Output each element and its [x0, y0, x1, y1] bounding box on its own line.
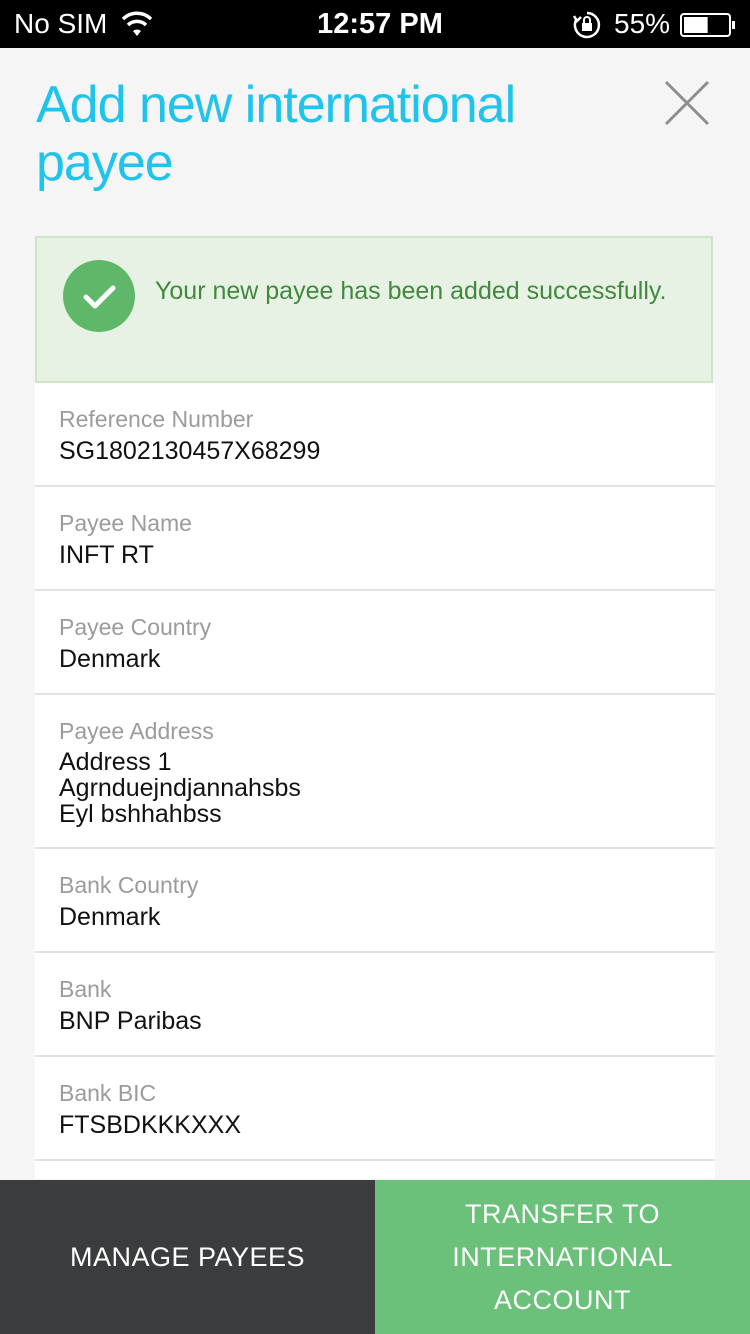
- success-banner: Your new payee has been added successful…: [35, 236, 713, 383]
- detail-label: Payee Address: [59, 718, 214, 744]
- close-icon[interactable]: [660, 76, 714, 130]
- detail-row-bank-country: Bank Country Denmark: [35, 849, 715, 953]
- detail-value: Denmark: [59, 645, 161, 673]
- check-circle-icon: [63, 260, 135, 332]
- detail-label: Payee Name: [59, 510, 192, 536]
- payee-details-list: Reference Number SG1802130457X68299 Paye…: [35, 383, 715, 1179]
- orientation-lock-icon: [572, 11, 601, 39]
- detail-label: Payee Country: [59, 614, 212, 640]
- detail-label: Reference Number: [59, 406, 254, 432]
- status-bar: No SIM 12:57 PM 55%: [0, 0, 750, 48]
- detail-row-payee-address: Payee Address Address 1 Agrnduejndjannah…: [35, 695, 715, 849]
- transfer-to-international-account-button[interactable]: TRANSFER TO INTERNATIONAL ACCOUNT: [375, 1180, 750, 1334]
- detail-label: Bank Country: [59, 872, 199, 898]
- battery-icon: [680, 13, 735, 37]
- success-message: Your new payee has been added successful…: [155, 277, 667, 305]
- detail-value: INFT RT: [59, 541, 154, 569]
- detail-value: Denmark: [59, 903, 161, 931]
- detail-value: BNP Paribas: [59, 1007, 202, 1035]
- detail-value: SG1802130457X68299: [59, 437, 321, 465]
- detail-label: Bank BIC: [59, 1080, 157, 1106]
- detail-value: FTSBDKKKXXX: [59, 1111, 241, 1139]
- detail-row-partial: [35, 1161, 715, 1179]
- detail-label: Bank: [59, 976, 112, 1002]
- detail-row-bank: Bank BNP Paribas: [35, 953, 715, 1057]
- detail-value: Address 1 Agrnduejndjannahsbs Eyl bshhah…: [59, 748, 301, 828]
- detail-row-bank-bic: Bank BIC FTSBDKKKXXX: [35, 1057, 715, 1161]
- detail-row-reference-number: Reference Number SG1802130457X68299: [35, 383, 715, 487]
- detail-row-payee-name: Payee Name INFT RT: [35, 487, 715, 591]
- page-title: Add new international payee: [36, 76, 516, 192]
- bottom-action-bar: MANAGE PAYEES TRANSFER TO INTERNATIONAL …: [0, 1180, 750, 1334]
- detail-row-payee-country: Payee Country Denmark: [35, 591, 715, 695]
- battery-percent: 55%: [614, 8, 671, 39]
- manage-payees-button[interactable]: MANAGE PAYEES: [0, 1180, 375, 1334]
